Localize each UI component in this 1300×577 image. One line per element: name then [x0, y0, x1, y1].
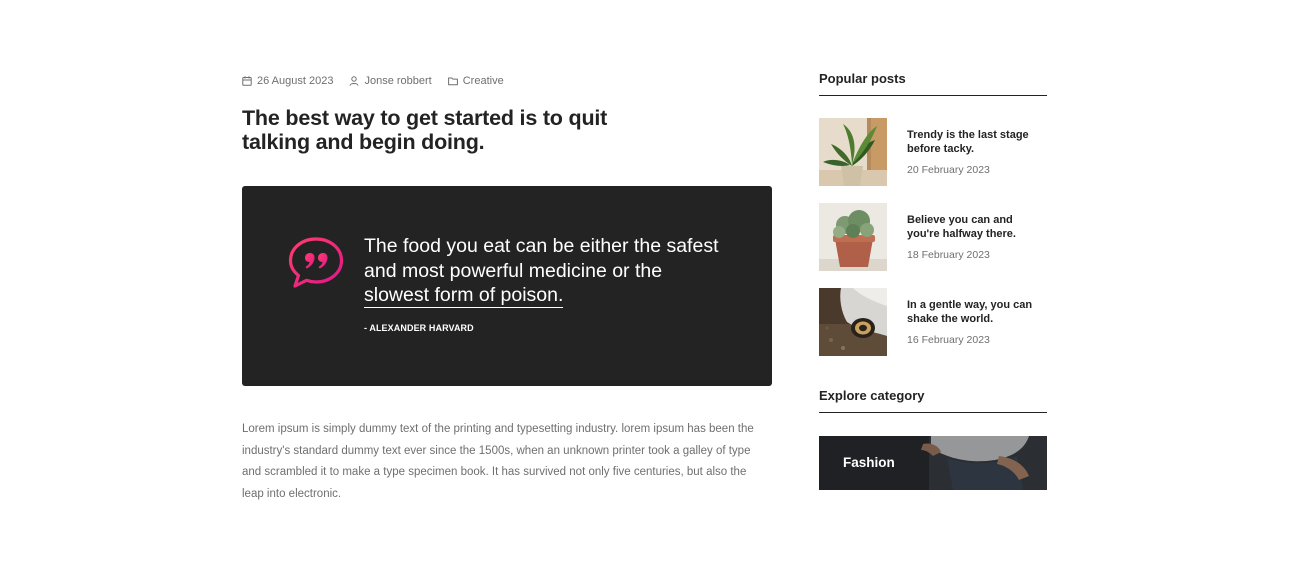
- category-card-fashion[interactable]: Fashion: [819, 436, 1047, 490]
- quote-author: - ALEXANDER HARVARD: [364, 323, 474, 333]
- post-thumbnail[interactable]: [819, 118, 887, 186]
- popular-post-title[interactable]: In a gentle way, you can shake the world…: [907, 299, 1047, 326]
- explore-category-heading: Explore category: [819, 388, 1047, 413]
- post-body: Lorem ipsum is simply dummy text of the …: [242, 423, 754, 500]
- popular-post-title[interactable]: Trendy is the last stage before tacky.: [907, 129, 1047, 156]
- plant-icon: [819, 118, 887, 186]
- post-date-label: 26 August 2023: [257, 75, 334, 87]
- post-thumbnail[interactable]: [819, 288, 887, 356]
- post-category[interactable]: Creative: [447, 75, 504, 87]
- popular-post-title[interactable]: Believe you can and you're halfway there…: [907, 214, 1047, 241]
- popular-posts-heading: Popular posts: [819, 71, 1047, 96]
- post-author[interactable]: Jonse robbert: [349, 75, 432, 87]
- popular-post-item[interactable]: Believe you can and you're halfway there…: [819, 203, 1047, 271]
- blockquote: The food you eat can be either the safes…: [242, 186, 772, 386]
- post-title: The best way to get started is to quit t…: [242, 106, 608, 154]
- post-thumbnail[interactable]: [819, 203, 887, 271]
- quote-link[interactable]: slowest form of poison.: [364, 284, 564, 308]
- popular-post-date: 20 February 2023: [907, 164, 990, 176]
- category-card-label: Fashion: [843, 455, 895, 470]
- post-meta: 26 August 2023 Jonse robbert Creative: [242, 75, 520, 87]
- folder-icon: [447, 77, 458, 86]
- post-author-label: Jonse robbert: [364, 75, 432, 87]
- popular-post-item[interactable]: Trendy is the last stage before tacky. 2…: [819, 118, 1047, 186]
- popular-post-item[interactable]: In a gentle way, you can shake the world…: [819, 288, 1047, 356]
- post-category-label: Creative: [462, 75, 504, 87]
- post-date[interactable]: 26 August 2023: [242, 75, 333, 87]
- popular-post-date: 18 February 2023: [907, 249, 990, 261]
- quote-text: The food you eat can be either the safes…: [364, 234, 724, 308]
- popular-post-date: 16 February 2023: [907, 334, 990, 346]
- calendar-icon: [242, 76, 252, 86]
- speaker-icon: [819, 288, 887, 356]
- potted-plant-icon: [819, 203, 887, 271]
- user-icon: [349, 76, 359, 86]
- quote-text-main: The food you eat can be either the safes…: [364, 235, 719, 282]
- quote-bubble-icon: [288, 237, 344, 288]
